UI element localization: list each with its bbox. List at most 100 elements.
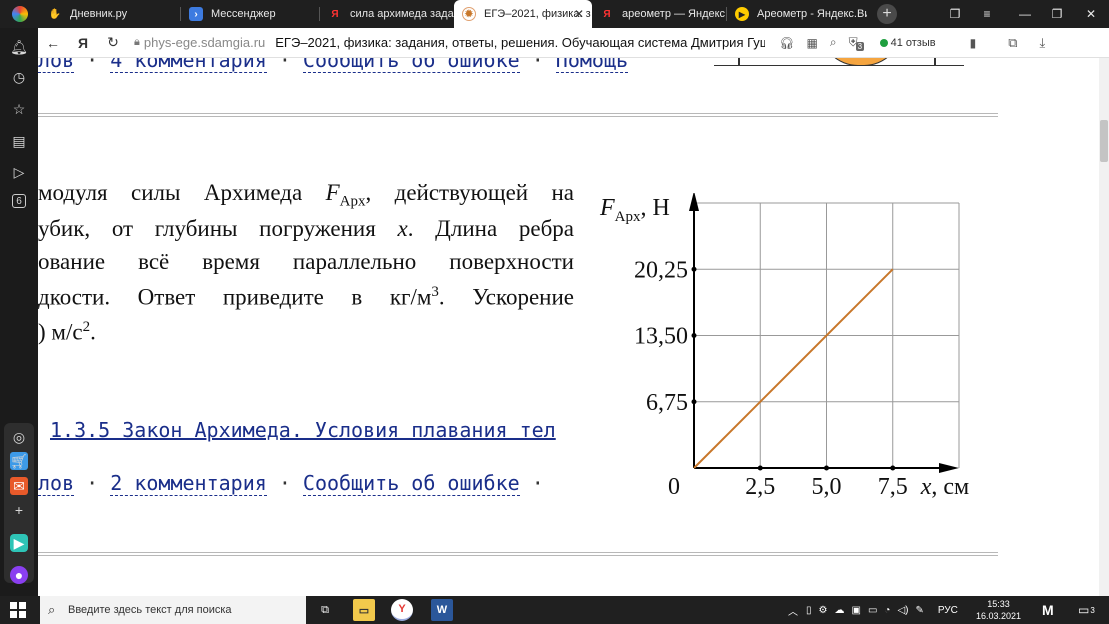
scrollbar-thumb[interactable]	[1100, 120, 1108, 162]
reviews-badge[interactable]: 41 отзыв	[879, 37, 936, 49]
tray-app-icon[interactable]: ⚙	[819, 605, 828, 616]
figure-tick	[738, 58, 740, 66]
topic-link[interactable]: 1.3.5 Закон Архимеда. Условия плавания т…	[50, 418, 556, 442]
left-sidebar: 🔔︎ ◷ ☆ ▤ ▷ 6 ◎ 🛒︎ ✉ + ▶ ●	[0, 28, 38, 596]
reload-button[interactable]: ↻	[98, 28, 128, 58]
tray-app-icon[interactable]: ▣	[851, 605, 860, 616]
star-icon[interactable]: ☆	[10, 100, 28, 118]
add-app-icon[interactable]: +	[10, 501, 28, 519]
notifications-icon[interactable]: ▭ 3	[1078, 596, 1095, 624]
tab-archimedes-search[interactable]: Я сила архимеда задачи	[320, 0, 454, 28]
tray-app-icon[interactable]: ▯	[806, 605, 812, 616]
file-explorer-icon[interactable]: ▭	[353, 599, 375, 621]
volume-icon[interactable]: ◁)	[897, 605, 908, 616]
messenger-app-icon[interactable]: ▶	[10, 534, 28, 552]
windows-start-icon[interactable]	[10, 602, 26, 618]
network-icon[interactable]: ◔	[884, 605, 890, 616]
headphones-icon[interactable]: 🎧︎	[779, 36, 794, 50]
link-separator: ·	[74, 58, 111, 72]
restore-button[interactable]: ❐	[1042, 0, 1072, 28]
tray-chevron-icon[interactable]: ︿	[788, 603, 798, 618]
bell-icon[interactable]: 🔔︎	[10, 38, 28, 56]
page-scrollbar[interactable]	[1099, 58, 1109, 596]
task-view-icon[interactable]: ⧉	[314, 599, 336, 621]
x-tick-label: 2,5	[745, 474, 775, 500]
x-tick	[890, 465, 896, 471]
dnevnik-icon: ✋	[48, 8, 62, 20]
tab-areometer-search[interactable]: Я ареометр — Яндекс: н	[592, 0, 726, 28]
new-tab-button[interactable]: +	[877, 4, 897, 24]
mail-icon[interactable]: ✉	[10, 477, 28, 495]
alice-icon[interactable]: ●	[10, 566, 28, 584]
reader-mode-icon[interactable]: ▦	[807, 36, 818, 50]
menu-icon[interactable]: ≡	[972, 0, 1002, 28]
lock-icon[interactable]: 🔒︎	[134, 36, 140, 49]
notification-count: 3	[1090, 605, 1095, 615]
url-domain[interactable]: phys-ege.sdamgia.ru	[144, 35, 265, 50]
browser-menu-button[interactable]	[0, 0, 40, 28]
yandex-music-icon[interactable]: M	[1042, 596, 1054, 624]
x-axis-arrow	[939, 463, 959, 473]
report-error-link[interactable]: Сообщить об ошибке	[302, 58, 520, 73]
task-text-line: модуля силы Архимеда FАрх, действующей н…	[38, 180, 575, 210]
tab-messenger[interactable]: › Мессенджер	[181, 0, 319, 28]
solutions-link[interactable]: лов	[38, 58, 75, 73]
tab-ege-physics[interactable]: ✹ ЕГЭ–2021, физика: з ✕	[454, 0, 592, 28]
downloads-icon[interactable]: ⤓	[1040, 35, 1046, 51]
word-icon[interactable]: W	[431, 599, 453, 621]
review-bubble-icon	[879, 38, 888, 47]
market-icon[interactable]: 🛒︎	[10, 452, 28, 470]
minimize-button[interactable]: —	[1010, 0, 1040, 28]
pen-icon[interactable]: ✎	[915, 605, 923, 616]
clock[interactable]: 15:33 16.03.2021	[976, 596, 1021, 624]
language-indicator[interactable]: РУС	[938, 605, 958, 616]
search-placeholder: Введите здесь текст для поиска	[68, 604, 232, 616]
close-tab-icon[interactable]: ✕	[574, 7, 584, 21]
tab-label: ареометр — Яндекс: н	[622, 8, 726, 20]
task-text-line: убик, от глубины погружения x. Длина реб…	[38, 216, 574, 241]
clock-date: 16.03.2021	[976, 611, 1022, 621]
bookmark-icon[interactable]: ▮	[970, 36, 977, 50]
force-depth-chart: 2,5 5,0 7,5 6,75 13,50 20,25 0 FАрх, Н x, см	[599, 193, 970, 500]
play-icon[interactable]: ▷	[10, 163, 28, 181]
tab-dnevnik[interactable]: ✋ Дневник.ру	[40, 0, 180, 28]
page-content: лов · 4 комментария · Сообщить об ошибке…	[38, 58, 1099, 596]
yandex-browser-taskbar-icon[interactable]: Y	[391, 599, 413, 621]
solutions-link[interactable]: лов	[38, 471, 75, 496]
tab-counter-icon[interactable]: 6	[12, 194, 26, 208]
figure-tick	[934, 58, 936, 66]
comments-link[interactable]: 4 комментария	[110, 58, 267, 73]
tabs-panel-icon[interactable]: ❐	[940, 0, 970, 28]
comments-link[interactable]: 2 комментария	[110, 471, 267, 496]
collections-icon[interactable]: ▤	[10, 132, 28, 150]
y-tick-label: 13,50	[634, 324, 688, 350]
system-tray: ︿ ▯ ⚙ ☁ ▣ ▭ ◔ ◁) ✎ РУС	[788, 596, 972, 624]
link-separator: ·	[266, 58, 303, 72]
zoom-icon[interactable]: ⌕	[830, 35, 837, 50]
protect-icon[interactable]: ⛨ 3	[849, 35, 865, 51]
task-links-top: лов · 4 комментария · Сообщить об ошибке…	[38, 58, 629, 73]
y-axis-label: FАрх, Н	[599, 195, 670, 225]
alice-toggle-icon[interactable]: ◎	[10, 428, 28, 446]
divider	[38, 552, 998, 556]
help-link[interactable]: Помощь	[555, 58, 629, 73]
history-icon[interactable]: ◷	[10, 68, 28, 86]
clock-time: 15:33	[987, 599, 1010, 609]
yandex-browser-logo-icon	[12, 6, 28, 22]
report-error-link[interactable]: Сообщить об ошибке	[302, 471, 520, 496]
tab-label: Дневник.ру	[70, 8, 128, 20]
previous-figure	[714, 58, 964, 66]
taskbar-search-box[interactable]: ⌕ Введите здесь текст для поиска	[40, 596, 306, 624]
tray-app-icon[interactable]: ☁	[834, 605, 844, 616]
url-page-title[interactable]: ЕГЭ–2021, физика: задания, ответы, решен…	[275, 35, 765, 50]
yandex-icon: Я	[331, 8, 339, 20]
tray-app-icon[interactable]: ▭	[868, 605, 877, 616]
close-window-button[interactable]: ✕	[1076, 0, 1106, 28]
tab-areometer-video[interactable]: ▶ Ареометр - Яндекс.Ви	[727, 0, 867, 28]
yandex-home-button[interactable]: Я	[68, 28, 98, 58]
link-separator: ·	[74, 471, 111, 495]
back-button[interactable]: ←	[38, 28, 68, 58]
figure-shape	[820, 58, 902, 66]
x-axis-label: x, см	[920, 474, 970, 500]
collections-button-icon[interactable]: ⧉	[1008, 35, 1017, 51]
